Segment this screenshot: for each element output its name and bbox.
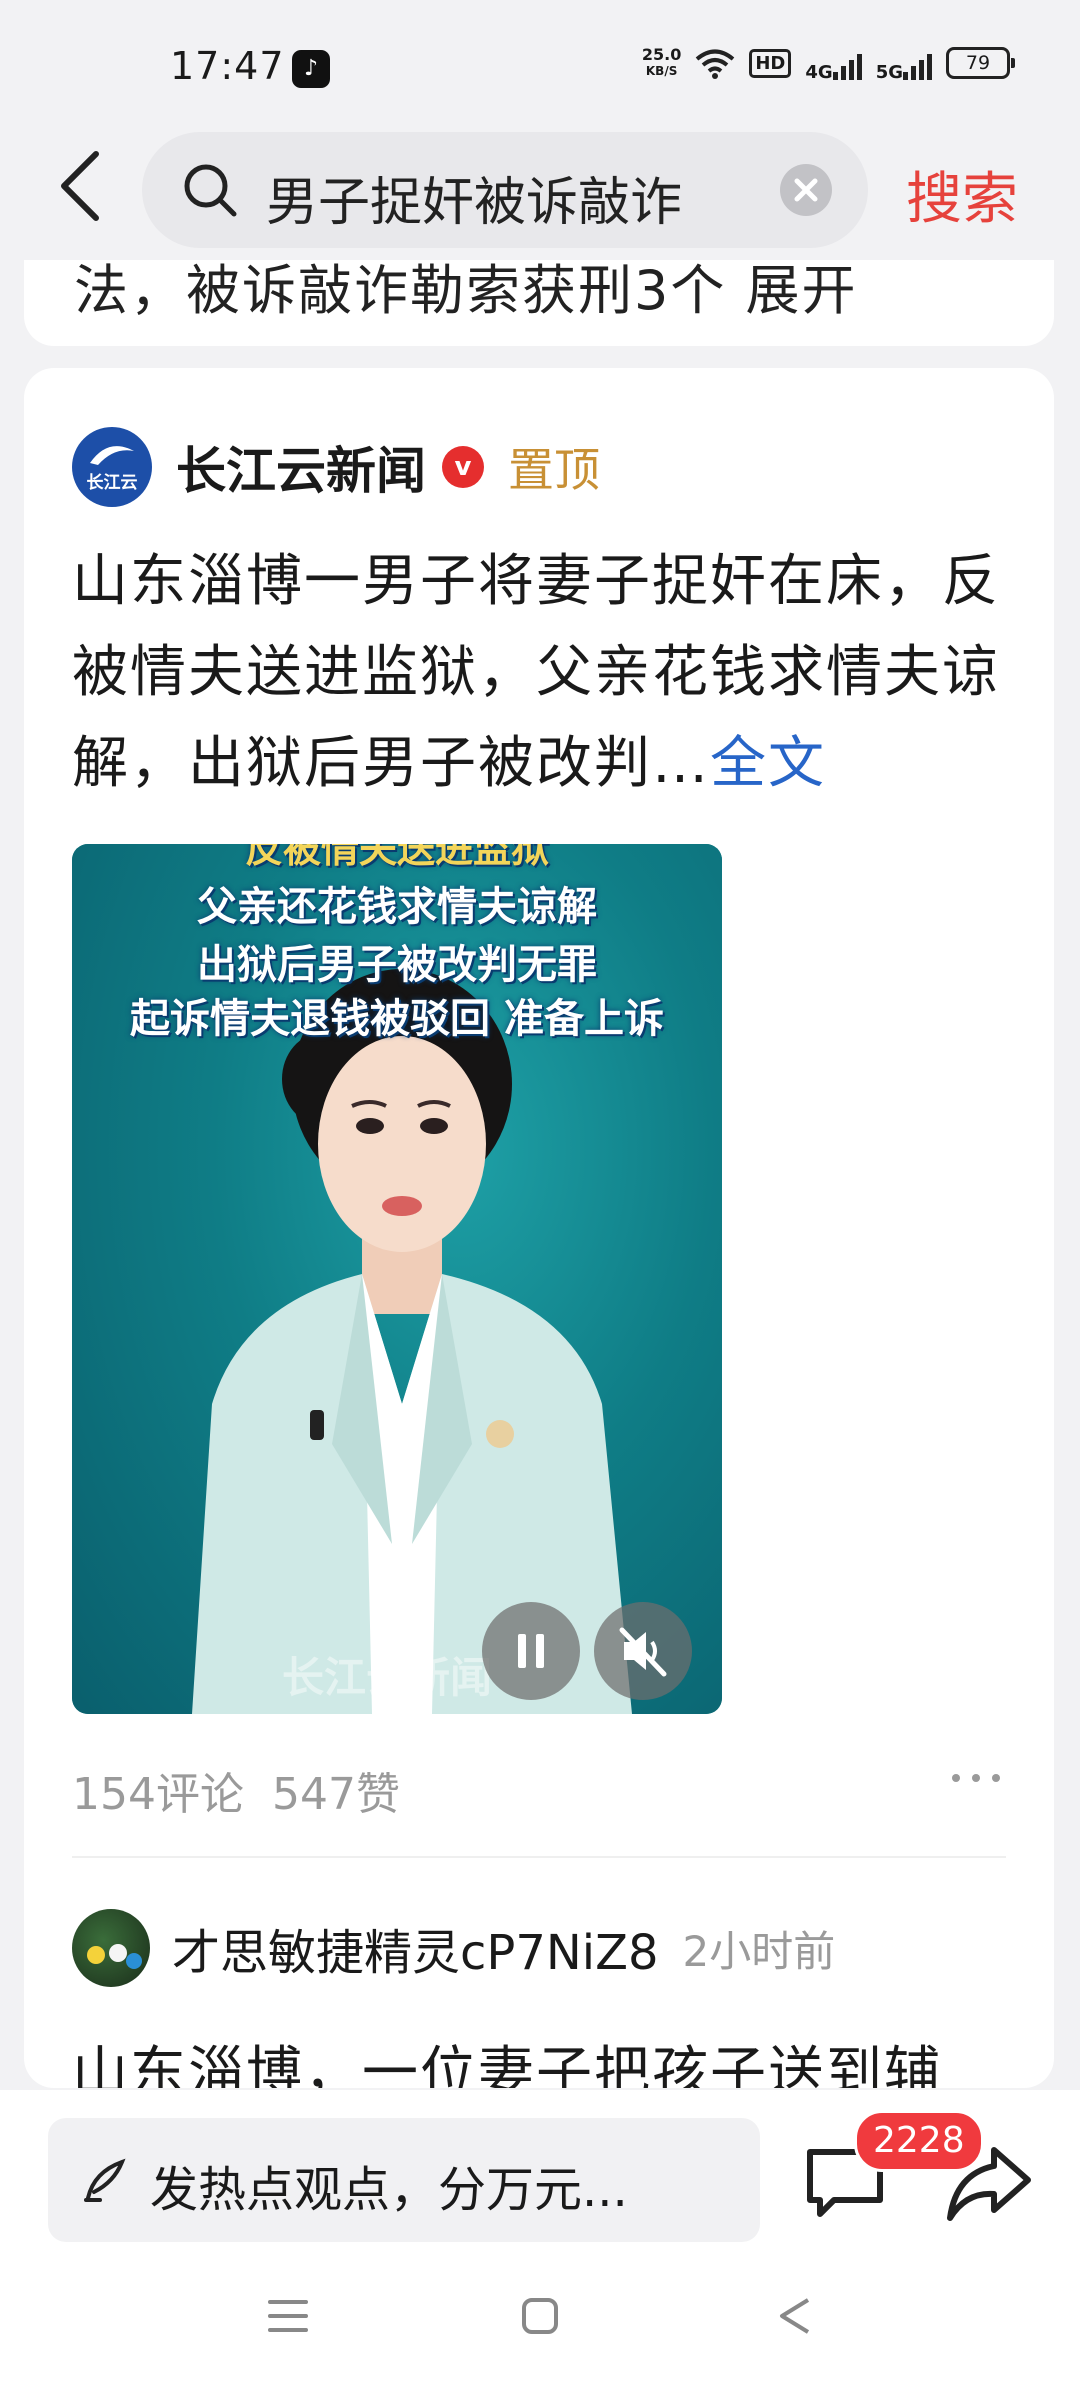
post-body: 山东淄博一男子将妻子捉奸在床，反被情夫送进监狱，父亲花钱求情夫谅解，出狱后男子被… [72,549,1000,796]
network-speed: 25.0 KB/S [642,47,681,79]
menu-nav-button[interactable] [266,2296,310,2340]
post-author-row[interactable]: 长江云 长江云新闻 v 置顶 [72,424,600,510]
pause-icon [518,1634,544,1668]
full-text-link[interactable]: 全文 [710,731,826,796]
opinion-placeholder: 发热点观点，分万元... [150,2162,628,2218]
network-speed-unit: KB/S [645,64,678,78]
pause-button[interactable] [482,1602,580,1700]
status-time: 17:47 [170,44,285,88]
signal-4g-icon: 4G [805,46,862,83]
status-bar: 17:47 ♪ 25.0 KB/S HD 4G 5G 79 [0,0,1080,130]
author-avatar[interactable]: 长江云 [72,427,152,507]
home-nav-button[interactable] [520,2296,560,2340]
search-icon [184,164,237,217]
share-arrow-icon [947,2147,1031,2221]
mute-button[interactable] [594,1602,692,1700]
net-5g-label: 5G [875,62,903,83]
muted-speaker-icon [619,1627,667,1677]
net-4g-label: 4G [805,62,833,83]
battery-icon: 79 [946,47,1015,79]
comment-header[interactable]: 才思敏捷精灵cP7NiZ8 2小时前 [72,1908,835,1988]
system-nav-bar [0,2230,1080,2400]
author-name[interactable]: 长江云新闻 [176,431,426,503]
pen-icon [84,2158,126,2202]
like-count[interactable]: 547赞 [272,1769,400,1820]
clear-search-button[interactable] [780,164,832,216]
back-nav-button[interactable] [776,2296,816,2340]
search-button[interactable]: 搜索 [906,154,1018,235]
more-dots-icon [952,1774,1000,1782]
post-card[interactable]: 长江云 长江云新闻 v 置顶 山东淄博一男子将妻子捉奸在床，反被情夫送进监狱，父… [24,368,1054,2088]
commenter-name[interactable]: 才思敏捷精灵cP7NiZ8 [172,1913,659,1983]
video-caption: 出狱后男子被改判无罪 [197,942,597,988]
pinned-label: 置顶 [508,443,600,497]
share-button[interactable] [944,2140,1034,2224]
network-speed-value: 25.0 [641,45,682,64]
video-player[interactable]: 反被情夫送进监狱 父亲还花钱求情夫谅解 出狱后男子被改判无罪 起诉情夫退钱被驳回… [72,844,722,1714]
bottom-action-bar: 发热点观点，分万元... 2228 [0,2090,1080,2242]
signal-5g-icon: 5G [875,46,932,83]
comment-time: 2小时前 [682,1926,836,1976]
comment-count[interactable]: 154评论 [72,1769,244,1820]
back-triangle-icon [780,2298,810,2334]
back-button[interactable] [50,146,110,226]
post-text[interactable]: 山东淄博一男子将妻子捉奸在床，反被情夫送进监狱，父亲花钱求情夫谅解，出狱后男子被… [72,536,1022,809]
verified-badge-icon: v [442,446,484,488]
search-query: 男子捉奸被诉敲诈 [266,173,683,233]
more-options-button[interactable] [946,1768,1006,1788]
divider [72,1856,1006,1858]
video-watermark: 长江云新闻 [282,1653,493,1702]
video-caption: 父亲还花钱求情夫谅解 [197,884,597,930]
search-header: 男子捉奸被诉敲诈 搜索 [0,130,1080,260]
close-icon [794,178,818,202]
menu-icon [268,2300,308,2332]
opinion-input[interactable]: 发热点观点，分万元... [48,2118,760,2242]
search-input[interactable]: 男子捉奸被诉敲诈 [142,132,868,248]
status-indicators: 25.0 KB/S HD 4G 5G 79 [642,46,1015,83]
changjiang-logo-icon [90,446,134,465]
video-caption: 反被情夫送进监狱 [244,844,549,871]
commenter-avatar[interactable] [72,1909,150,1987]
billiards-avatar-icon [87,1944,142,1969]
logo-text: 长江云 [86,473,138,493]
home-square-icon [522,2298,558,2334]
post-stats: 154评论 547赞 [72,1758,428,1822]
douyin-icon: ♪ [292,50,330,88]
video-caption: 起诉情夫退钱被驳回 准备上诉 [130,996,664,1042]
comment-text[interactable]: 山东淄博，一位妻子把孩子送到辅 [72,2028,942,2088]
wifi-icon [695,46,735,80]
hd-voice-badge: HD [749,48,792,78]
chevron-left-icon [61,151,99,221]
